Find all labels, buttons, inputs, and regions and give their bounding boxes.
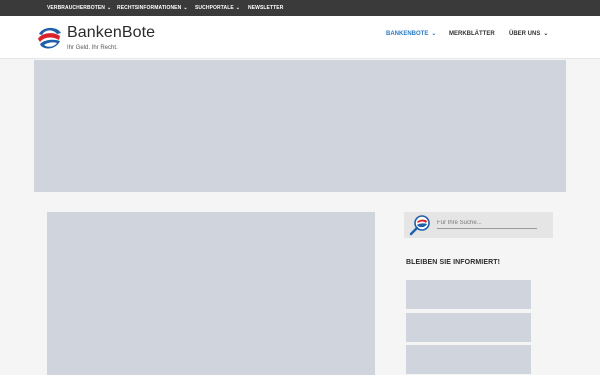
sidebar-slot: [406, 280, 531, 309]
hero-banner: [34, 60, 566, 192]
bankenbote-logo-icon[interactable]: [35, 24, 63, 52]
magnifier-search-icon[interactable]: [409, 214, 431, 236]
sidebar-search-widget: [404, 212, 553, 238]
nav-item-label: MERKBLÄTTER: [449, 31, 495, 37]
topbar-item-label: NEWSLETTER: [248, 5, 284, 11]
top-bar: VERBRAUCHERBOTEN ⌄ RECHTSINFORMATIONEN ⌄ S…: [0, 0, 600, 16]
topbar-item-newsletter[interactable]: NEWSLETTER: [248, 0, 283, 16]
brand-name[interactable]: BankenBote: [67, 24, 155, 42]
chevron-down-icon: ⌄: [235, 5, 241, 11]
nav-item-label: ÜBER UNS: [509, 31, 541, 37]
chevron-down-icon: ⌄: [431, 31, 437, 37]
chevron-down-icon: ⌄: [107, 5, 112, 11]
chevron-down-icon: ⌄: [183, 5, 188, 11]
brand-tagline: Ihr Geld. Ihr Recht.: [67, 45, 118, 51]
topbar-item-label: VERBRAUCHERBOTEN: [47, 5, 105, 11]
main-content-block: [47, 212, 375, 375]
topbar-item-label: RECHTSINFORMATIONEN: [117, 5, 182, 11]
search-input[interactable]: [437, 217, 537, 229]
sidebar-slot: [406, 313, 531, 342]
sidebar-heading: BLEIBEN SIE INFORMIERT!: [406, 259, 501, 266]
topbar-item-label: SUCHPORTALE: [195, 5, 234, 11]
site-header: BankenBote Ihr Geld. Ihr Recht. BANKENBO…: [0, 16, 600, 59]
nav-item-label: BANKENBOTE: [386, 31, 429, 37]
topbar-item-suchportale[interactable]: SUCHPORTALE ⌄: [195, 0, 240, 16]
topbar-item-verbraucherboten[interactable]: VERBRAUCHERBOTEN ⌄: [47, 0, 111, 16]
sidebar-slot: [406, 345, 531, 374]
chevron-down-icon: ⌄: [543, 31, 549, 37]
nav-item-ueber-uns[interactable]: ÜBER UNS ⌄: [509, 29, 548, 39]
topbar-item-rechtsinformationen[interactable]: RECHTSINFORMATIONEN ⌄: [117, 0, 188, 16]
nav-item-merkblaetter[interactable]: MERKBLÄTTER: [449, 29, 495, 39]
nav-item-bankenbote[interactable]: BANKENBOTE ⌄: [386, 29, 436, 39]
